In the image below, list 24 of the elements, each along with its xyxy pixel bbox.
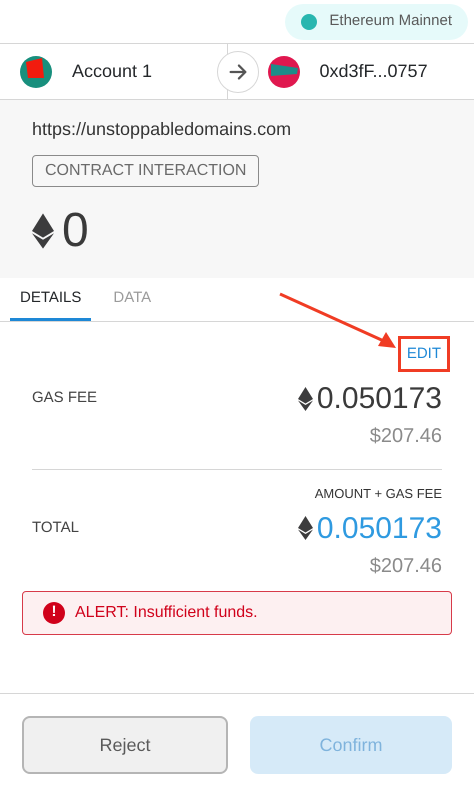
ethereum-icon [298,516,313,540]
tab[interactable]: DETAILS [10,278,92,321]
reject-button[interactable]: Reject [22,716,228,774]
fiat-amount: $207.46 [370,554,442,578]
network-name: Ethereum Mainnet [329,11,452,32]
origin-url: https://unstoppabledomains.com [32,118,292,141]
fiat-amount: $207.46 [370,424,442,449]
row-label: GAS FEE [32,388,98,408]
total-caption: AMOUNT + GAS FEE [314,485,442,503]
alert-text: ALERT: Insufficient funds. [75,602,258,622]
network-pill[interactable]: Ethereum Mainnet [285,4,468,40]
eth-amount: 0.050173 [316,510,442,546]
edit-link[interactable]: EDIT [406,343,441,366]
action-badge: CONTRACT INTERACTION [32,155,260,187]
ethereum-icon [298,386,313,410]
account-name: Account 1 [72,60,152,83]
row-label: TOTAL [32,518,79,538]
eth-amount: 0.050173 [316,381,442,417]
ethereum-icon [32,213,54,249]
avatar-icon [268,56,300,88]
avatar-icon [20,56,52,88]
alert-icon: ! [43,602,65,624]
recipient-address: 0xd3fF...0757 [320,60,428,83]
amount-value: 0 [62,203,89,259]
